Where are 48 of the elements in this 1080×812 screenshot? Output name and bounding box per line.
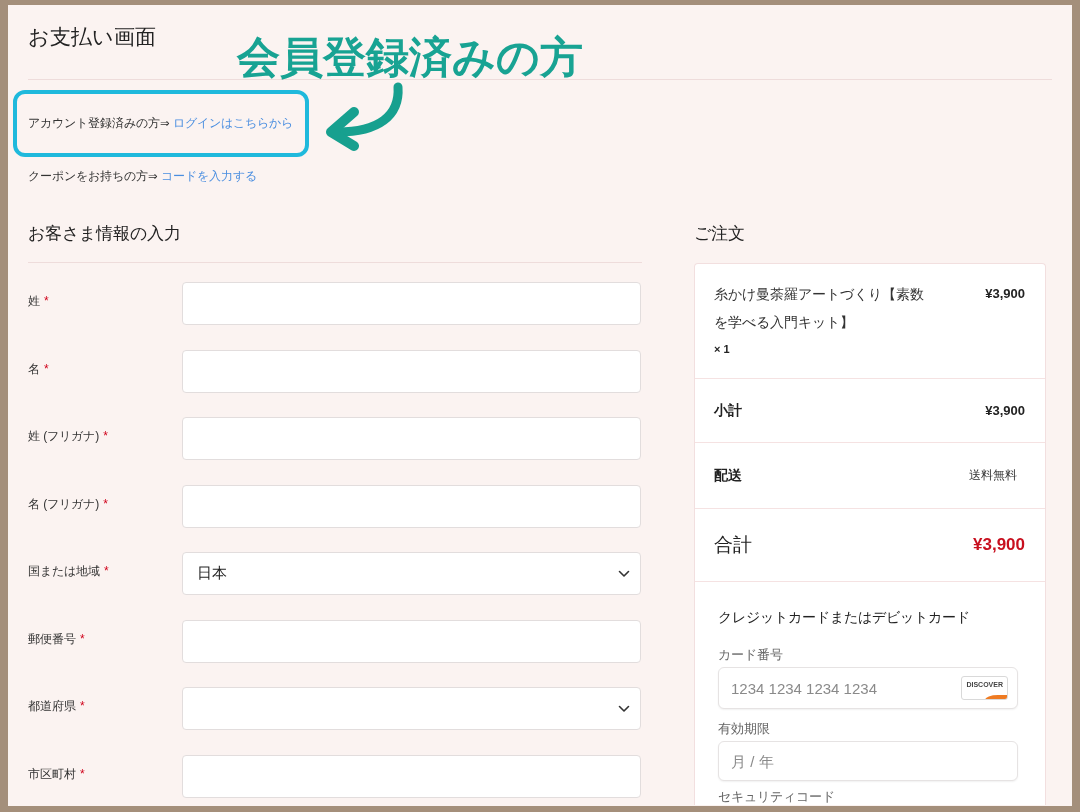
text-input[interactable]: [182, 619, 641, 663]
field-label: 郵便番号: [28, 630, 76, 647]
page-title: お支払い画面: [28, 24, 156, 50]
text-link[interactable]: コードを入力する: [160, 170, 257, 182]
summary-value: 送料無料: [969, 467, 1017, 484]
required-mark: *: [44, 293, 49, 309]
required-mark: *: [103, 428, 108, 444]
summary-label: 小計: [714, 401, 742, 420]
chevron-down-icon: [618, 569, 630, 578]
chevron-down-icon: [618, 704, 630, 713]
required-mark: *: [104, 563, 109, 579]
item-quantity: × 1: [714, 342, 730, 357]
field-label: 有効期限: [718, 721, 770, 737]
summary-label: 配送: [714, 466, 742, 485]
field-label: カード番号: [718, 647, 783, 663]
section-heading: ご注文: [694, 223, 745, 245]
field-label: 都道府県: [28, 698, 76, 714]
total-label: 合計: [714, 533, 752, 557]
field-label: 姓 (フリガナ): [28, 428, 100, 444]
required-mark: *: [103, 495, 108, 512]
text-input[interactable]: [182, 484, 641, 528]
field-label: 名 (フリガナ): [28, 495, 100, 512]
item-price: ¥3,900: [985, 285, 1025, 303]
notice-text: アカウント登録済みの方⇒ ログインはこちらから: [28, 113, 293, 133]
notice-text: クーポンをお持ちの方⇒ コードを入力する: [28, 169, 257, 184]
summary-value: ¥3,900: [985, 403, 1025, 418]
field-label: 名: [28, 360, 40, 377]
payment-heading: クレジットカードまたはデビットカード: [718, 608, 970, 627]
field-label: 市区町村: [28, 765, 76, 782]
field-label: セキュリティコード: [718, 789, 835, 805]
select-field[interactable]: 日本: [182, 552, 641, 595]
required-mark: *: [80, 765, 85, 782]
required-mark: *: [80, 698, 85, 714]
item-name: 糸かけ曼荼羅アートづくり【素数を学べる入門キット】: [714, 285, 925, 332]
text-input[interactable]: [182, 754, 641, 798]
total-value: ¥3,900: [973, 535, 1025, 555]
text-input[interactable]: [182, 282, 641, 325]
select-field[interactable]: [182, 687, 641, 730]
expiry-field[interactable]: 月 / 年: [718, 741, 1018, 781]
section-heading: お客さま情報の入力: [28, 223, 181, 245]
callout-text: 会員登録済みの方: [237, 32, 583, 83]
text-link[interactable]: ログインはこちらから: [172, 117, 293, 129]
required-mark: *: [80, 630, 85, 647]
field-label: 姓: [28, 293, 40, 309]
field-label: 国または地域: [28, 563, 100, 579]
text-input[interactable]: [182, 417, 641, 460]
required-mark: *: [44, 360, 49, 377]
text-input[interactable]: [182, 349, 641, 393]
